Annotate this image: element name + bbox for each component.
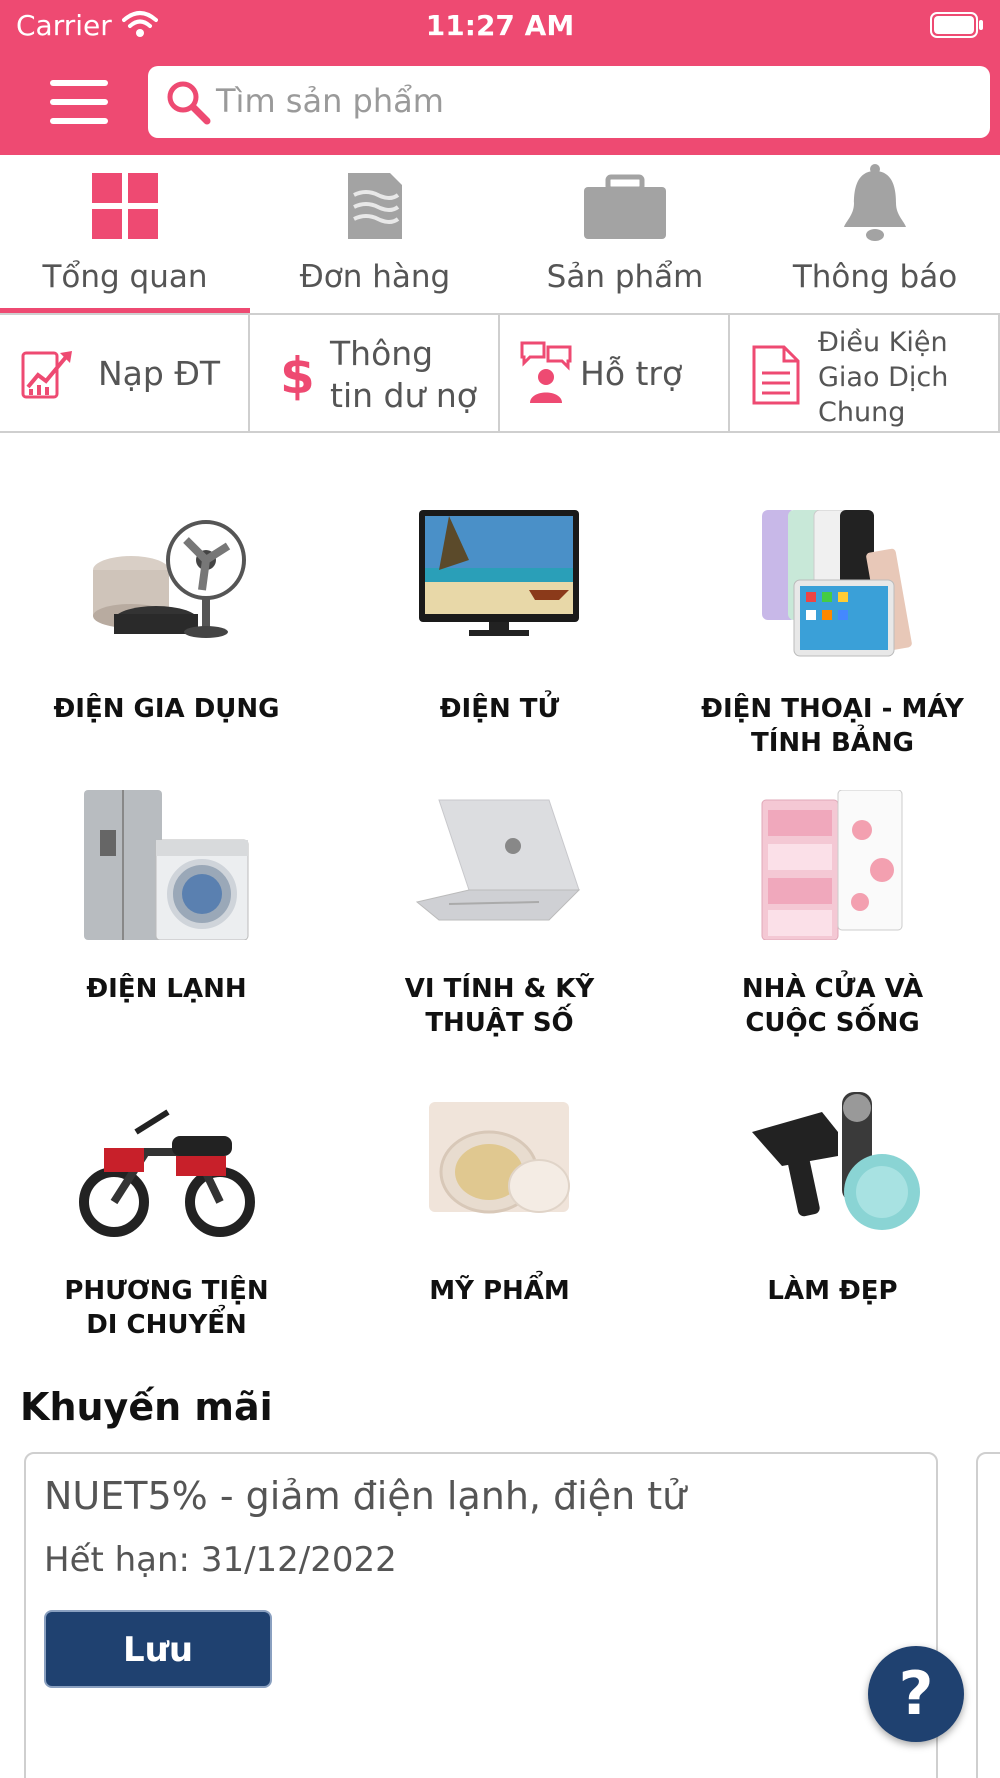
support-button[interactable]: Hỗ trợ	[500, 315, 730, 433]
category-vehicles[interactable]: PHƯƠNG TIỆN DI CHUYỂN	[0, 1092, 333, 1362]
fridge-washer-image	[84, 790, 249, 940]
tab-label: Thông báo	[792, 259, 958, 295]
category-home-appliances[interactable]: ĐIỆN GIA DỤNG	[0, 510, 333, 770]
svg-text:$: $	[280, 347, 315, 401]
debt-info-label-line2: tin dư nợ	[330, 376, 477, 415]
clock: 11:27 AM	[425, 9, 575, 42]
grid-icon	[92, 173, 158, 239]
category-cosmetics[interactable]: MỸ PHẨM	[333, 1092, 666, 1362]
next-promotion-card[interactable]	[976, 1452, 1000, 1778]
tab-notifications[interactable]: Thông báo	[750, 155, 1000, 313]
topup-label: Nạp ĐT	[98, 354, 221, 393]
category-computers-digital[interactable]: VI TÍNH & KỸ THUẬT SỐ	[333, 790, 666, 1060]
debt-info-label-line1: Thông	[330, 334, 434, 373]
laptop-image	[415, 799, 581, 921]
category-label-line2: THUẬT SỐ	[425, 1008, 574, 1038]
quick-actions-bar: Nạp ĐT $ Thông tin dư nợ Hỗ trợ Điều Kiệ…	[0, 313, 1000, 433]
support-person-icon	[520, 341, 572, 403]
terms-label-line2: Giao Dịch	[818, 362, 949, 393]
tab-label: Đơn hàng	[299, 259, 451, 295]
save-voucher-button[interactable]: Lưu	[44, 1610, 272, 1688]
promotion-card[interactable]: NUET5% - giảm điện lạnh, điện tử Hết hạn…	[24, 1452, 938, 1778]
tab-label: Tổng quan	[42, 259, 208, 295]
search-placeholder: Tìm sản phẩm	[216, 82, 444, 120]
category-label: ĐIỆN GIA DỤNG	[53, 694, 280, 724]
scooter-image	[79, 1109, 255, 1237]
tab-products[interactable]: Sản phẩm	[500, 155, 750, 313]
debt-info-button[interactable]: $ Thông tin dư nợ	[250, 315, 500, 433]
category-label-line1: NHÀ CỬA VÀ	[741, 974, 924, 1004]
tab-label: Sản phẩm	[546, 259, 704, 295]
chart-up-icon	[21, 351, 72, 399]
search-icon	[167, 81, 211, 125]
tab-orders[interactable]: Đơn hàng	[250, 155, 500, 313]
promotion-code: NUET5% - giảm điện lạnh, điện tử	[44, 1474, 687, 1518]
cosmetics-image	[429, 1102, 570, 1214]
topup-button[interactable]: Nạp ĐT	[0, 315, 250, 433]
promotions-title: Khuyến mãi	[20, 1385, 273, 1429]
category-label-line1: VI TÍNH & KỸ	[404, 974, 595, 1004]
category-label: ĐIỆN LẠNH	[86, 974, 247, 1004]
category-refrigeration[interactable]: ĐIỆN LẠNH	[0, 790, 333, 1060]
home-appliances-image	[93, 520, 246, 638]
phones-tablets-image	[762, 510, 912, 657]
tv-image	[419, 510, 579, 636]
category-label-line2: DI CHUYỂN	[86, 1310, 247, 1340]
category-home-living[interactable]: NHÀ CỬA VÀ CUỘC SỐNG	[666, 790, 999, 1060]
promotion-expiry: Hết hạn: 31/12/2022	[44, 1540, 397, 1580]
search-input[interactable]: Tìm sản phẩm	[148, 66, 990, 138]
terms-button[interactable]: Điều Kiện Giao Dịch Chung	[730, 315, 1000, 433]
category-label: MỸ PHẨM	[429, 1276, 570, 1306]
hamburger-menu-icon[interactable]	[50, 80, 108, 124]
briefcase-icon	[584, 174, 666, 239]
category-label-line1: ĐIỆN THOẠI - MÁY	[701, 694, 964, 724]
document-icon	[348, 173, 402, 239]
help-button[interactable]: ?	[868, 1646, 964, 1742]
support-label: Hỗ trợ	[580, 354, 683, 393]
category-label-line2: CUỘC SỐNG	[745, 1008, 920, 1038]
category-label: ĐIỆN TỬ	[439, 694, 560, 724]
category-label: LÀM ĐẸP	[767, 1276, 898, 1306]
paper-icon	[752, 345, 800, 405]
drawer-cabinet-image	[761, 790, 903, 940]
category-phones-tablets[interactable]: ĐIỆN THOẠI - MÁY TÍNH BẢNG	[666, 510, 999, 770]
category-label-line2: TÍNH BẢNG	[750, 728, 915, 758]
terms-label-line1: Điều Kiện	[818, 327, 948, 358]
battery-icon	[930, 12, 983, 38]
dollar-icon: $	[280, 347, 315, 401]
category-electronics[interactable]: ĐIỆN TỬ	[333, 510, 666, 770]
terms-label-line3: Chung	[818, 397, 906, 428]
category-beauty[interactable]: LÀM ĐẸP	[666, 1092, 999, 1362]
tab-overview[interactable]: Tổng quan	[0, 155, 250, 313]
app-header: Carrier 11:27 AM Tìm sản phẩm	[0, 0, 1000, 155]
category-label-line1: PHƯƠNG TIỆN	[64, 1276, 269, 1306]
status-bar: Carrier 11:27 AM	[0, 0, 1000, 50]
beauty-devices-image	[752, 1092, 920, 1230]
bell-icon	[844, 164, 906, 241]
